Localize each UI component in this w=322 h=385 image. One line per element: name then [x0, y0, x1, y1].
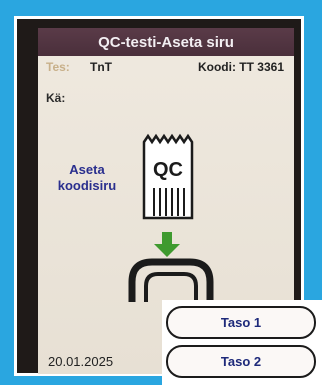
test-label: Tes:: [46, 60, 70, 74]
down-arrow-icon: [154, 232, 180, 257]
code-value: Koodi: TT 3361: [197, 60, 284, 74]
level-1-button[interactable]: Taso 1: [166, 306, 316, 339]
ka-label: Kä:: [46, 91, 66, 105]
chip-label: QC: [153, 159, 183, 181]
instruction-line-1: Aseta: [69, 162, 105, 177]
instruction-line-2: koodisiru: [57, 178, 117, 193]
screen-title: QC-testi-Aseta siru: [38, 28, 294, 56]
level-2-button[interactable]: Taso 2: [166, 345, 316, 378]
insert-chip-instruction: Aseta koodisiru: [44, 162, 130, 194]
code-chip-icon: QC: [142, 133, 194, 220]
chip-slot-icon: [128, 258, 214, 302]
test-value: TnT: [90, 60, 112, 74]
date-display: 20.01.2025: [48, 354, 114, 369]
info-row: Tes: TnT Koodi: TT 3361: [46, 58, 286, 78]
